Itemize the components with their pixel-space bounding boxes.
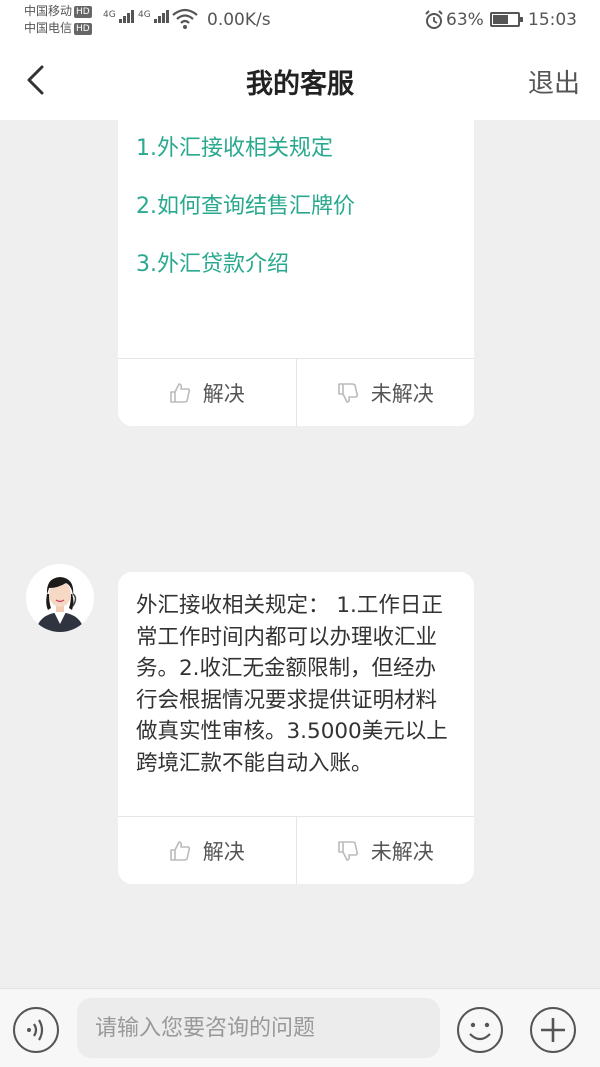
message-bubble: 外汇接收相关规定： 1.工作日正常工作时间内都可以办理收汇业务。2.收汇无金额限…	[118, 572, 474, 884]
network-type-label: 4G	[138, 10, 151, 20]
thumbs-down-icon	[337, 382, 358, 403]
thumbs-up-icon	[169, 840, 190, 861]
faq-link-list: 1.外汇接收相关规定 2.如何查询结售汇牌价 3.外汇贷款介绍	[136, 132, 355, 306]
solved-label: 解决	[202, 381, 245, 406]
hd-badge: HD	[74, 6, 92, 18]
emoji-icon[interactable]	[456, 1006, 504, 1054]
solved-button[interactable]: 解决	[118, 817, 296, 884]
exit-button[interactable]: 退出	[528, 63, 580, 100]
hd-badge: HD	[74, 23, 92, 35]
carrier-info: 中国移动 HD 中国电信 HD	[24, 3, 92, 37]
faq-link[interactable]: 1.外汇接收相关规定	[136, 132, 355, 190]
plus-icon[interactable]	[529, 1006, 577, 1054]
thumbs-down-icon	[337, 840, 358, 861]
solved-label: 解决	[202, 839, 245, 864]
feedback-bar: 解决 未解决	[118, 816, 474, 884]
wifi-icon	[172, 8, 198, 29]
network-type-label: 4G	[103, 10, 116, 20]
alarm-icon	[425, 10, 443, 29]
message-text: 外汇接收相关规定： 1.工作日正常工作时间内都可以办理收汇业务。2.收汇无金额限…	[136, 593, 448, 776]
unsolved-button[interactable]: 未解决	[295, 359, 475, 426]
chat-area[interactable]: 1.外汇接收相关规定 2.如何查询结售汇牌价 3.外汇贷款介绍 解决 未解决 外…	[0, 120, 600, 988]
solved-button[interactable]: 解决	[118, 359, 296, 426]
message-bubble: 1.外汇接收相关规定 2.如何查询结售汇牌价 3.外汇贷款介绍 解决 未解决	[118, 120, 474, 426]
faq-link[interactable]: 3.外汇贷款介绍	[136, 248, 355, 306]
input-bar	[0, 988, 600, 1067]
net-speed: 0.00K/s	[207, 10, 271, 30]
carrier1-label: 中国移动	[24, 4, 73, 18]
clock: 15:03	[528, 10, 577, 30]
question-input[interactable]	[77, 998, 440, 1058]
feedback-bar: 解决 未解决	[118, 358, 474, 426]
agent-avatar-icon	[26, 564, 94, 632]
unsolved-label: 未解决	[370, 839, 434, 864]
agent-avatar	[26, 564, 94, 632]
unsolved-button[interactable]: 未解决	[295, 817, 475, 884]
signal-icon: 4G	[138, 10, 170, 23]
thumbs-up-icon	[169, 382, 190, 403]
battery-percent: 63%	[446, 10, 484, 30]
status-bar: 中国移动 HD 中国电信 HD 4G 4G 0.00K/s 63% 15:03	[0, 0, 600, 40]
battery-icon	[490, 12, 523, 27]
page-title: 我的客服	[246, 69, 354, 100]
faq-link[interactable]: 2.如何查询结售汇牌价	[136, 190, 355, 248]
signal-icon: 4G	[103, 10, 135, 23]
carrier2-label: 中国电信	[24, 21, 73, 35]
nav-bar: 我的客服 退出	[0, 40, 600, 120]
unsolved-label: 未解决	[370, 381, 434, 406]
voice-icon[interactable]	[12, 1006, 60, 1054]
